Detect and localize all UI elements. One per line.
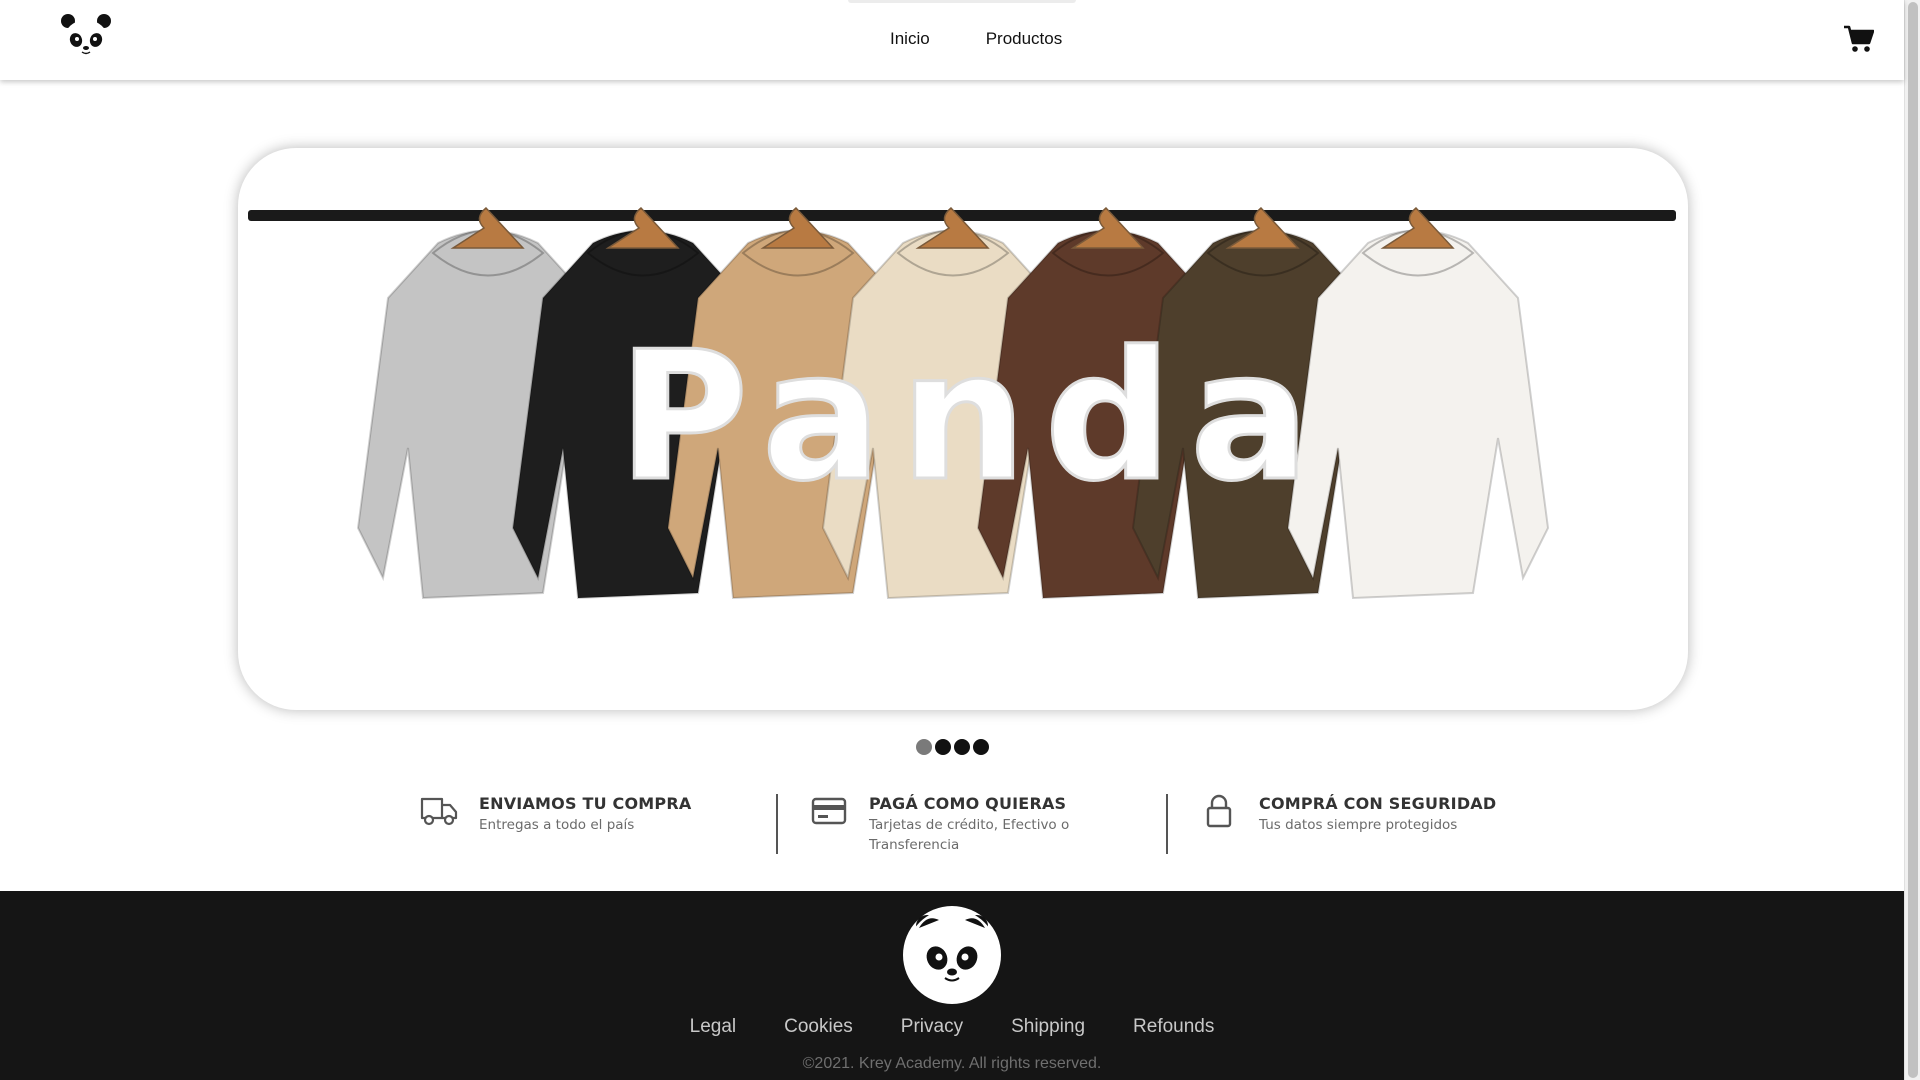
feature-title: ENVIAMOS TU COMPRA — [479, 794, 692, 813]
main-nav: Inicio Productos — [890, 0, 1062, 78]
nav-link-inicio[interactable]: Inicio — [890, 29, 930, 49]
feature-title: COMPRÁ CON SEGURIDAD — [1259, 794, 1497, 813]
panda-logo-icon[interactable] — [58, 12, 114, 62]
feature-divider — [1166, 794, 1168, 854]
feature-divider — [776, 794, 778, 854]
feature-subtitle: Tus datos siempre protegidos — [1259, 817, 1458, 833]
features-strip: ENVIAMOS TU COMPRA Entregas a todo el pa… — [390, 790, 1550, 860]
footer-link-shipping[interactable]: Shipping — [1011, 1016, 1085, 1038]
footer-link-privacy[interactable]: Privacy — [901, 1016, 963, 1038]
hero-image: Panda — [248, 206, 1676, 600]
feature-subtitle: Tarjetas de crédito, Efectivo o Transfer… — [869, 817, 1070, 853]
credit-card-icon — [810, 794, 848, 828]
copyright-text: ©2021. Krey Academy. All rights reserved… — [802, 1055, 1102, 1072]
carousel-dots — [916, 739, 989, 755]
carousel-dot[interactable] — [954, 739, 970, 755]
footer-links: Legal Cookies Privacy Shipping Refounds — [0, 1016, 1904, 1038]
truck-icon — [420, 794, 458, 828]
feature-subtitle: Entregas a todo el país — [479, 817, 635, 833]
nav-link-productos[interactable]: Productos — [986, 29, 1063, 49]
site-header: Inicio Productos — [0, 0, 1904, 80]
hero-brand-text: Panda — [618, 313, 1328, 520]
footer-link-cookies[interactable]: Cookies — [784, 1016, 853, 1038]
shopping-cart-icon[interactable] — [1844, 25, 1875, 53]
carousel-dot[interactable] — [916, 739, 932, 755]
panda-logo-icon — [903, 906, 1001, 1004]
carousel-dot[interactable] — [935, 739, 951, 755]
hero-banner[interactable]: Panda — [238, 148, 1688, 710]
site-footer: Legal Cookies Privacy Shipping Refounds … — [0, 891, 1904, 1080]
page: Inicio Productos Panda ENVIAMOS TU COMPR… — [0, 0, 1920, 1080]
feature-title: PAGÁ COMO QUIERAS — [869, 794, 1067, 813]
carousel-dot[interactable] — [973, 739, 989, 755]
feature-payment: PAGÁ COMO QUIERAS Tarjetas de crédito, E… — [780, 790, 1160, 860]
feature-shipping: ENVIAMOS TU COMPRA Entregas a todo el pa… — [390, 790, 770, 860]
page-scrollbar[interactable] — [1904, 0, 1920, 1080]
scrollbar-thumb[interactable] — [1908, 2, 1918, 1078]
feature-security: COMPRÁ CON SEGURIDAD Tus datos siempre p… — [1170, 790, 1550, 860]
footer-link-legal[interactable]: Legal — [690, 1016, 737, 1038]
footer-link-refounds[interactable]: Refounds — [1133, 1016, 1214, 1038]
lock-icon — [1200, 794, 1238, 828]
